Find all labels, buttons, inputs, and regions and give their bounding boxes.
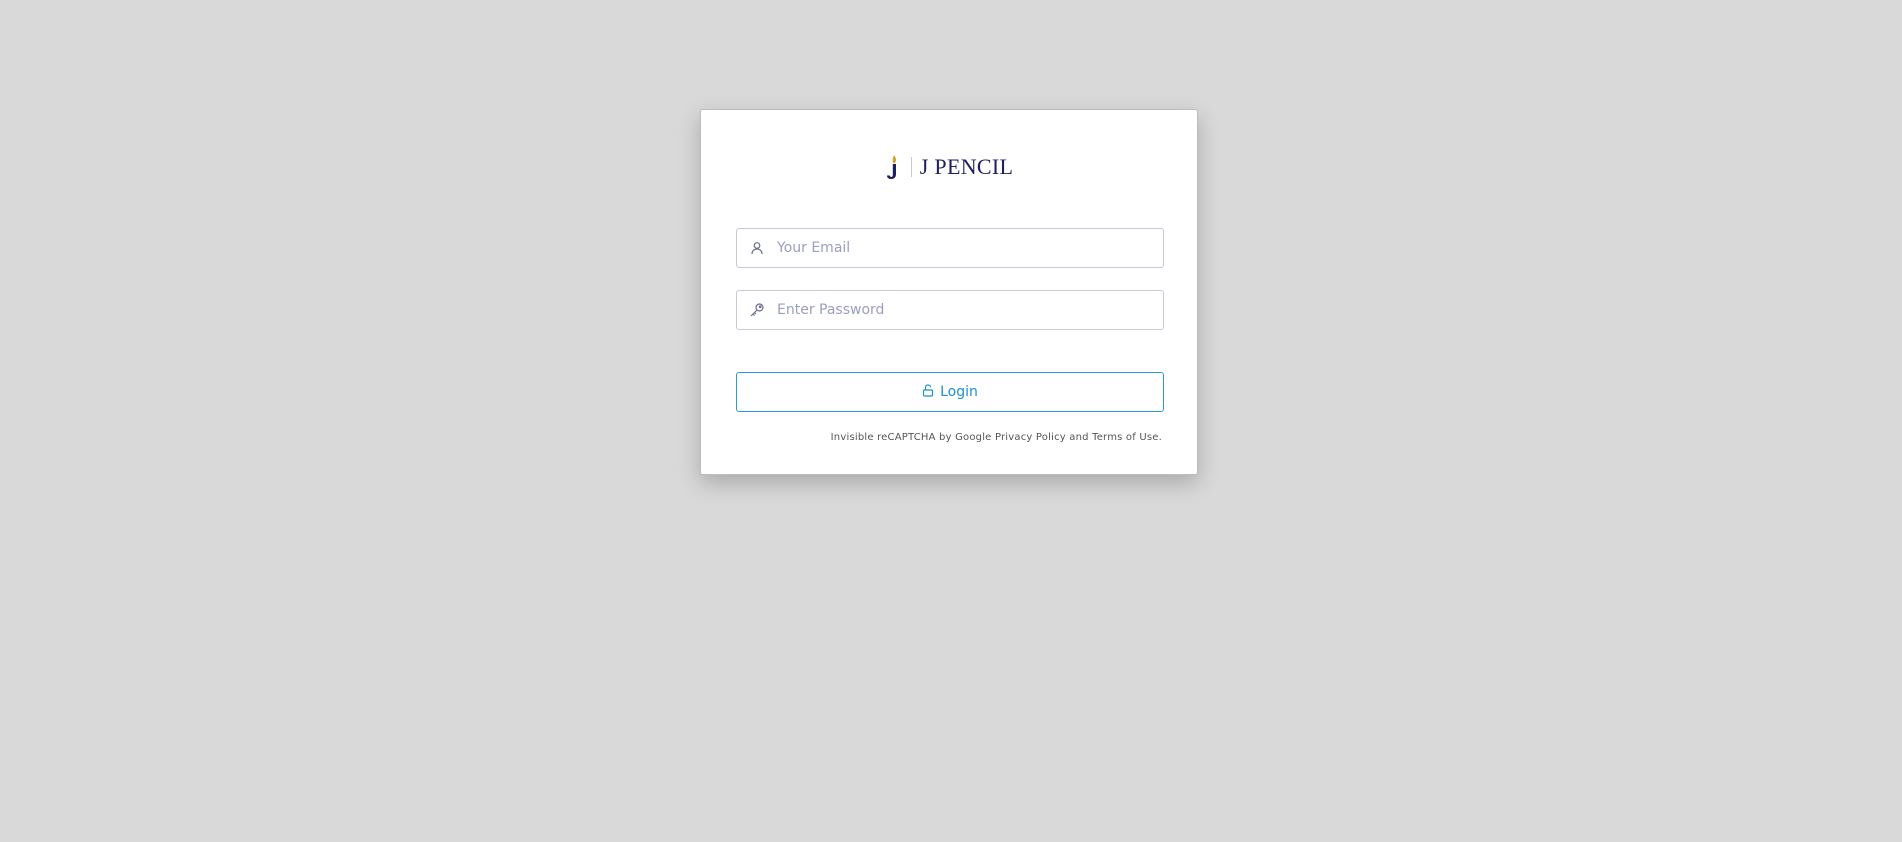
email-field[interactable]	[736, 228, 1164, 268]
brand-logo: J PENCIL	[701, 154, 1197, 180]
password-input[interactable]	[777, 292, 1163, 328]
key-icon	[737, 291, 777, 329]
login-page: J PENCIL Your Email Login Invisible reCA…	[0, 0, 1902, 842]
j-pencil-logo-mark	[886, 155, 896, 179]
logo-divider	[910, 157, 912, 177]
user-icon	[737, 229, 777, 267]
recaptcha-and: and	[1069, 432, 1089, 443]
password-field[interactable]	[736, 290, 1164, 330]
login-button-label: Login	[940, 384, 978, 400]
recaptcha-notice: Invisible reCAPTCHA by Google Privacy Po…	[831, 432, 1162, 443]
unlock-icon	[922, 383, 934, 401]
email-input[interactable]	[777, 230, 1163, 266]
recaptcha-prefix: Invisible reCAPTCHA by Google	[830, 432, 992, 443]
login-card: J PENCIL Your Email Login Invisible reCA…	[700, 109, 1198, 475]
login-button[interactable]: Login	[736, 372, 1164, 412]
brand-name: J PENCIL	[919, 154, 1014, 179]
privacy-policy-link[interactable]: Privacy Policy	[995, 432, 1066, 443]
terms-of-use-link[interactable]: Terms of Use.	[1092, 432, 1162, 443]
